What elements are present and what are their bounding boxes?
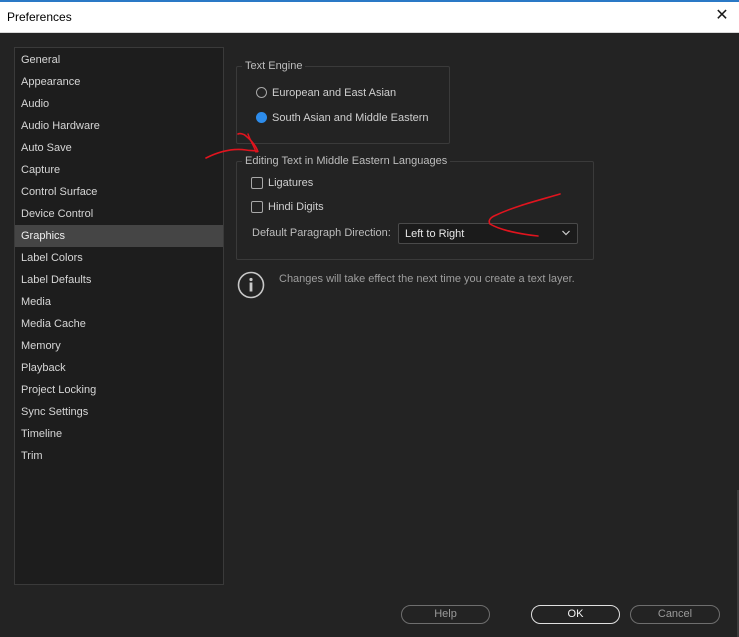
sidebar-item-playback[interactable]: Playback — [15, 357, 223, 379]
radio-label-european-east-asian: European and East Asian — [272, 87, 397, 99]
sidebar-item-control-surface[interactable]: Control Surface — [15, 181, 223, 203]
text-engine-group — [236, 66, 450, 144]
preferences-category-list[interactable]: General Appearance Audio Audio Hardware … — [14, 47, 224, 585]
paragraph-direction-label: Default Paragraph Direction: — [252, 227, 391, 239]
sidebar-item-label-defaults[interactable]: Label Defaults — [15, 269, 223, 291]
sidebar-item-memory[interactable]: Memory — [15, 335, 223, 357]
ligatures-label: Ligatures — [268, 177, 314, 189]
cancel-button[interactable]: Cancel — [630, 605, 720, 624]
sidebar-item-general[interactable]: General — [15, 49, 223, 71]
help-button[interactable]: Help — [401, 605, 490, 624]
preferences-dialog: Preferences ✕ General Appearance Audio A… — [0, 0, 739, 637]
hindi-digits-checkbox[interactable] — [251, 201, 263, 213]
info-icon — [237, 271, 265, 299]
radio-button-unchecked[interactable] — [256, 87, 267, 98]
middle-eastern-legend: Editing Text in Middle Eastern Languages — [242, 155, 451, 167]
title-bar[interactable]: Preferences ✕ — [0, 2, 739, 33]
sidebar-item-media-cache[interactable]: Media Cache — [15, 313, 223, 335]
text-engine-legend: Text Engine — [242, 60, 306, 72]
sidebar-item-audio-hardware[interactable]: Audio Hardware — [15, 115, 223, 137]
sidebar-item-device-control[interactable]: Device Control — [15, 203, 223, 225]
close-icon[interactable]: ✕ — [714, 7, 730, 25]
ligatures-checkbox[interactable] — [251, 177, 263, 189]
radio-label-south-asian-middle-eastern: South Asian and Middle Eastern — [272, 112, 429, 124]
radio-european-east-asian[interactable]: European and East Asian — [256, 86, 436, 102]
hindi-digits-label: Hindi Digits — [268, 201, 324, 213]
radio-south-asian-middle-eastern[interactable]: South Asian and Middle Eastern — [256, 111, 436, 127]
sidebar-item-auto-save[interactable]: Auto Save — [15, 137, 223, 159]
hindi-digits-row[interactable]: Hindi Digits — [251, 200, 371, 216]
radio-button-checked[interactable] — [256, 112, 267, 123]
paragraph-direction-select[interactable]: Left to Right — [398, 223, 578, 244]
sidebar-item-capture[interactable]: Capture — [15, 159, 223, 181]
sidebar-item-appearance[interactable]: Appearance — [15, 71, 223, 93]
sidebar-item-sync-settings[interactable]: Sync Settings — [15, 401, 223, 423]
info-message: Changes will take effect the next time y… — [279, 273, 575, 285]
sidebar-item-trim[interactable]: Trim — [15, 445, 223, 467]
paragraph-direction-value: Left to Right — [405, 228, 465, 240]
window-title: Preferences — [7, 10, 72, 24]
ok-button[interactable]: OK — [531, 605, 620, 624]
chevron-down-icon — [562, 230, 570, 236]
sidebar-item-project-locking[interactable]: Project Locking — [15, 379, 223, 401]
sidebar-item-timeline[interactable]: Timeline — [15, 423, 223, 445]
sidebar-item-label-colors[interactable]: Label Colors — [15, 247, 223, 269]
sidebar-item-audio[interactable]: Audio — [15, 93, 223, 115]
sidebar-item-media[interactable]: Media — [15, 291, 223, 313]
sidebar-item-graphics[interactable]: Graphics — [15, 225, 223, 247]
ligatures-row[interactable]: Ligatures — [251, 176, 371, 192]
